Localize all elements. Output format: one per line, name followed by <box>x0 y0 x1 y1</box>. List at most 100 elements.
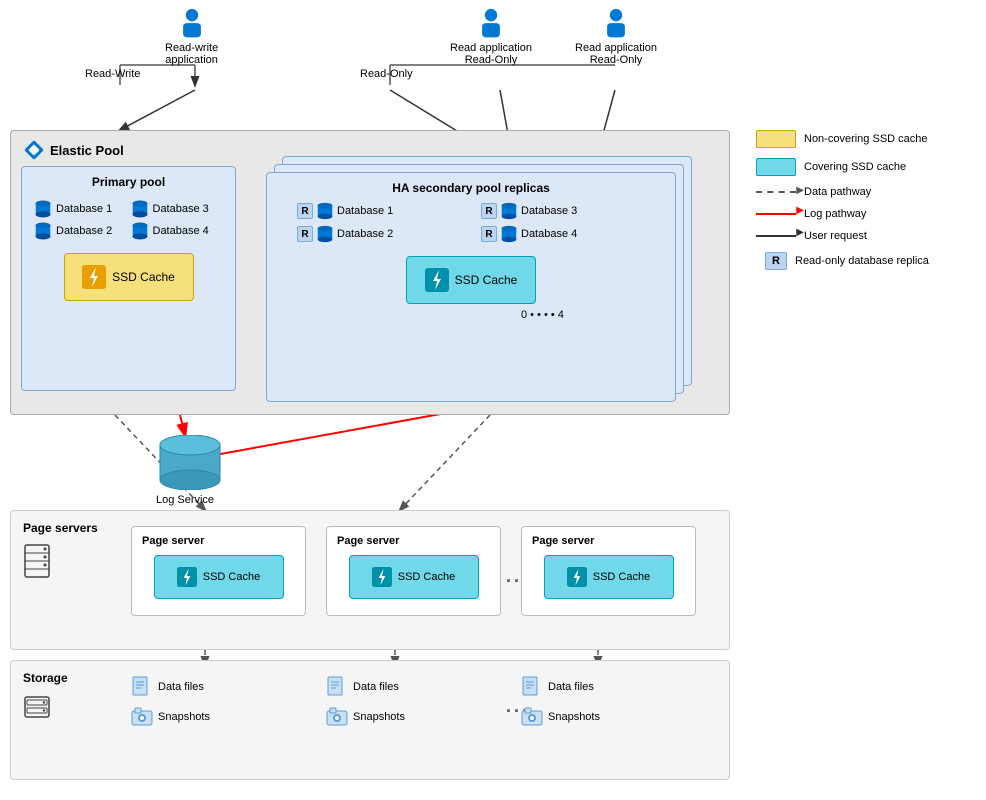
ha-db4-label: Database 4 <box>521 228 577 240</box>
legend-area: Non-covering SSD cache Covering SSD cach… <box>756 130 981 280</box>
ha-db-grid: R Database 1 R <box>267 199 675 246</box>
ha-db4-icon <box>500 224 518 244</box>
read-app-1-label: Read application <box>450 42 532 54</box>
db4-label: Database 4 <box>153 225 209 237</box>
legend-log-pathway: Log pathway <box>756 208 981 220</box>
log-service-area: Log Service <box>155 435 215 506</box>
server-icon <box>23 543 51 579</box>
page-server-1-title: Page server <box>142 535 295 547</box>
storage-device-icon <box>23 693 51 721</box>
flash-icon-ps2 <box>372 567 392 587</box>
readwrite-app-item: Read-writeapplication <box>165 8 218 66</box>
primary-ssd-cache: SSD Cache <box>64 253 194 301</box>
db-item-1: Database 1 <box>34 199 127 219</box>
person-readwrite-icon <box>176 8 208 40</box>
read-app-2-label: Read application <box>575 42 657 54</box>
storage-group-1: Data files Snapshots <box>131 676 210 728</box>
page-server-3-cache: SSD Cache <box>544 555 674 599</box>
legend-yellow-box <box>756 130 796 148</box>
log-service-label: Log Service <box>155 494 215 506</box>
ha-db1-label: Database 1 <box>337 205 393 217</box>
storage-snapshots-1: Snapshots <box>131 706 210 728</box>
ha-db-item-2: R Database 2 <box>297 224 461 244</box>
page-servers-label: Page servers <box>23 521 98 582</box>
legend-readonly-replica: R Read-only database replica <box>756 252 981 270</box>
ha-db-item-1: R Database 1 <box>297 201 461 221</box>
snapshot-icon-2 <box>326 706 348 728</box>
page-servers-icon <box>23 543 98 582</box>
snapshot-icon-3 <box>521 706 543 728</box>
ha-db2-label: Database 2 <box>337 228 393 240</box>
page-server-1-cache: SSD Cache <box>154 555 284 599</box>
r-badge-1: R <box>297 203 313 219</box>
ha-pool-label: HA secondary pool replicas <box>267 181 675 195</box>
storage-snapshots-3: Snapshots <box>521 706 600 728</box>
db2-label: Database 2 <box>56 225 112 237</box>
legend-covering-ssd: Covering SSD cache <box>756 158 981 176</box>
legend-dotted-arrow <box>756 191 796 193</box>
elastic-pool: Elastic Pool Primary pool Database 1 <box>10 130 730 415</box>
readonly-label-2: Read-Only <box>465 54 518 66</box>
flash-icon-ps1 <box>177 567 197 587</box>
storage-icon <box>23 693 68 724</box>
db-item-3: Database 3 <box>131 199 224 219</box>
readonly-label-1: Read-Only <box>360 68 413 80</box>
ha-ssd-cache: SSD Cache <box>406 256 536 304</box>
db3-icon <box>131 199 149 219</box>
legend-black-arrow <box>756 235 796 237</box>
storage-datafiles-2: Data files <box>326 676 405 698</box>
diagram-area: Read-Write Read-writeapplication Read-On… <box>0 0 986 800</box>
cylinder-svg <box>155 435 225 490</box>
read-app-2-item: Read application Read-Only <box>575 8 657 66</box>
storage-datafiles-3: Data files <box>521 676 600 698</box>
main-container: Read-Write Read-writeapplication Read-On… <box>0 0 986 800</box>
db4-icon <box>131 221 149 241</box>
r-badge-3: R <box>481 203 497 219</box>
db2-icon <box>34 221 52 241</box>
legend-cyan-box <box>756 158 796 176</box>
r-badge-4: R <box>481 226 497 242</box>
ha-pool-stack: HA secondary pool replicas R Database 1 <box>266 156 711 401</box>
legend-user-request: User request <box>756 230 981 242</box>
ha-db2-icon <box>316 224 334 244</box>
storage-snapshots-2: Snapshots <box>326 706 405 728</box>
db3-label: Database 3 <box>153 203 209 215</box>
readwrite-app-label: Read-writeapplication <box>165 42 218 66</box>
elastic-pool-icon <box>23 139 45 161</box>
primary-pool: Primary pool Database 1 <box>21 166 236 391</box>
db1-icon <box>34 199 52 219</box>
readonly-label-3: Read-Only <box>590 54 643 66</box>
storage-section: Storage <box>10 660 730 780</box>
page-server-3-title: Page server <box>532 535 685 547</box>
ha-pool-card-front: HA secondary pool replicas R Database 1 <box>266 172 676 402</box>
ha-db1-icon <box>316 201 334 221</box>
primary-pool-label: Primary pool <box>22 175 235 189</box>
db1-label: Database 1 <box>56 203 112 215</box>
page-server-2: Page server SSD Cache <box>326 526 501 616</box>
storage-group-2: Data files Snapshots <box>326 676 405 728</box>
ha-db-item-4: R Database 4 <box>481 224 645 244</box>
db-item-2: Database 2 <box>34 221 127 241</box>
legend-r-badge: R <box>765 252 787 270</box>
legend-non-covering-ssd: Non-covering SSD cache <box>756 130 981 148</box>
flash-icon-primary <box>82 265 106 289</box>
person-readapp1-icon <box>475 8 507 40</box>
snapshot-icon-1 <box>131 706 153 728</box>
read-write-label: Read-Write <box>85 68 140 80</box>
flash-icon-ha <box>425 268 449 292</box>
replica-indicator: 0 • • • • 4 <box>521 309 564 321</box>
log-cylinder <box>155 435 215 490</box>
db-item-4: Database 4 <box>131 221 224 241</box>
legend-red-arrow <box>756 213 796 215</box>
ha-db-item-3: R Database 3 <box>481 201 645 221</box>
person-readapp2-icon <box>600 8 632 40</box>
page-server-1: Page server SSD Cache <box>131 526 306 616</box>
elastic-pool-label: Elastic Pool <box>23 139 124 161</box>
page-servers-section: Page servers Page server <box>10 510 730 650</box>
datafile-icon-3 <box>521 676 543 698</box>
ha-db3-icon <box>500 201 518 221</box>
storage-datafiles-1: Data files <box>131 676 210 698</box>
datafile-icon-2 <box>326 676 348 698</box>
primary-db-grid: Database 1 Database 3 <box>22 195 235 245</box>
legend-data-pathway: Data pathway <box>756 186 981 198</box>
